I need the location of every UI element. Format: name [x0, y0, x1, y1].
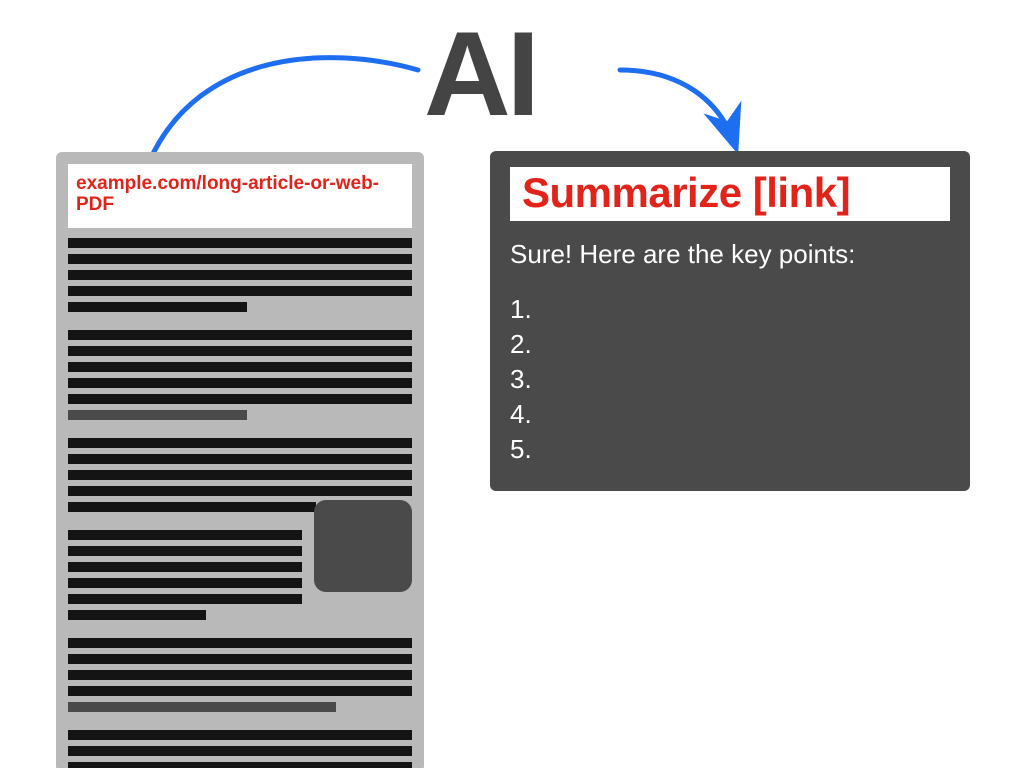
ai-label: AI [424, 14, 536, 134]
summary-prompt: Summarize [link] [510, 167, 950, 221]
summary-point: 3. [510, 362, 950, 397]
article-url-bar: example.com/long-article-or-web-PDF [68, 164, 412, 228]
summary-point: 1. [510, 292, 950, 327]
summary-point: 5. [510, 432, 950, 467]
article-body-placeholder [68, 238, 412, 768]
summary-point: 2. [510, 327, 950, 362]
article-image-placeholder [314, 500, 412, 592]
arrow-left-to-ai [150, 58, 418, 160]
arrow-ai-to-summary [620, 70, 735, 145]
ai-summary-panel: Summarize [link] Sure! Here are the key … [490, 151, 970, 491]
summary-response-intro: Sure! Here are the key points: [510, 239, 950, 270]
source-article-panel: example.com/long-article-or-web-PDF [56, 152, 424, 768]
summary-point: 4. [510, 397, 950, 432]
summary-points-list: 1. 2. 3. 4. 5. [510, 292, 950, 467]
